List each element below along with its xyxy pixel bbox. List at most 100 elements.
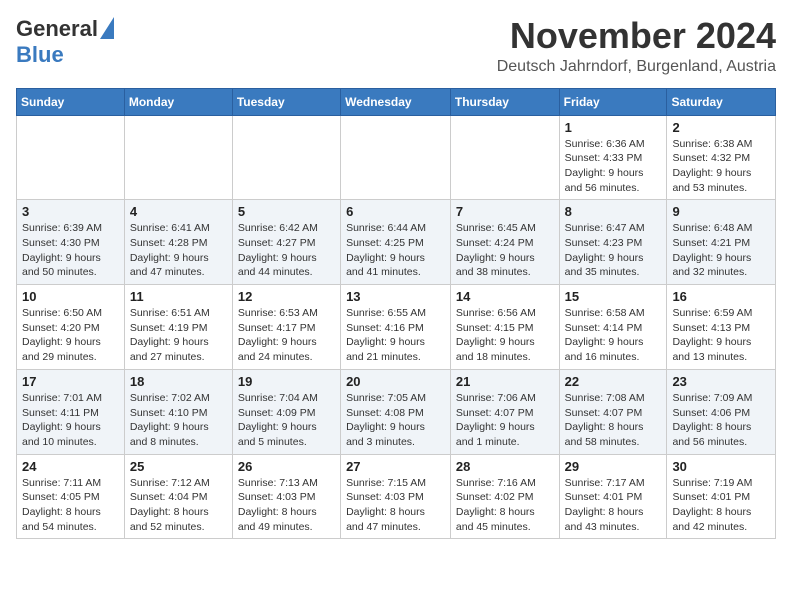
calendar-cell: 27 Sunrise: 7:15 AM Sunset: 4:03 PM Dayli…: [341, 454, 451, 539]
day-number: 27: [346, 459, 445, 474]
day-number: 6: [346, 204, 445, 219]
calendar-header-row: SundayMondayTuesdayWednesdayThursdayFrid…: [17, 88, 776, 115]
calendar-cell: 21 Sunrise: 7:06 AM Sunset: 4:07 PM Dayli…: [450, 369, 559, 454]
day-info: Sunrise: 7:04 AM Sunset: 4:09 PM Dayligh…: [238, 391, 335, 450]
calendar-cell: 1 Sunrise: 6:36 AM Sunset: 4:33 PM Daylig…: [559, 115, 667, 200]
day-number: 22: [565, 374, 662, 389]
calendar-cell: [450, 115, 559, 200]
day-number: 16: [672, 289, 770, 304]
calendar-week-4: 17 Sunrise: 7:01 AM Sunset: 4:11 PM Dayli…: [17, 369, 776, 454]
calendar-cell: 26Sunrise: 7:13 AM Sunset: 4:03 PM Dayli…: [232, 454, 340, 539]
day-info: Sunrise: 6:38 AM Sunset: 4:32 PM Dayligh…: [672, 137, 770, 196]
weekday-header-monday: Monday: [124, 88, 232, 115]
day-info: Sunrise: 7:12 AM Sunset: 4:04 PM Dayligh…: [130, 476, 227, 535]
day-number: 20: [346, 374, 445, 389]
day-number: 5: [238, 204, 335, 219]
weekday-header-tuesday: Tuesday: [232, 88, 340, 115]
day-number: 26: [238, 459, 335, 474]
day-number: 11: [130, 289, 227, 304]
day-number: 3: [22, 204, 119, 219]
calendar-cell: 3 Sunrise: 6:39 AM Sunset: 4:30 PM Daylig…: [17, 200, 125, 285]
day-number: 13: [346, 289, 445, 304]
calendar-cell: 28Sunrise: 7:16 AM Sunset: 4:02 PM Dayli…: [450, 454, 559, 539]
day-info: Sunrise: 7:15 AM Sunset: 4:03 PM Dayligh…: [346, 476, 445, 535]
day-info: Sunrise: 6:56 AM Sunset: 4:15 PM Dayligh…: [456, 306, 554, 365]
logo-triangle-icon: [100, 17, 114, 39]
calendar-cell: 14 Sunrise: 6:56 AM Sunset: 4:15 PM Dayli…: [450, 285, 559, 370]
calendar-cell: 19 Sunrise: 7:04 AM Sunset: 4:09 PM Dayli…: [232, 369, 340, 454]
day-info: Sunrise: 7:06 AM Sunset: 4:07 PM Dayligh…: [456, 391, 554, 450]
day-info: Sunrise: 7:09 AM Sunset: 4:06 PM Dayligh…: [672, 391, 770, 450]
calendar-cell: [124, 115, 232, 200]
day-number: 21: [456, 374, 554, 389]
day-number: 30: [672, 459, 770, 474]
day-number: 24: [22, 459, 119, 474]
day-info: Sunrise: 7:05 AM Sunset: 4:08 PM Dayligh…: [346, 391, 445, 450]
title-block: November 2024 Deutsch Jahrndorf, Burgenl…: [497, 16, 776, 76]
calendar-cell: 18 Sunrise: 7:02 AM Sunset: 4:10 PM Dayli…: [124, 369, 232, 454]
calendar-week-1: 1 Sunrise: 6:36 AM Sunset: 4:33 PM Daylig…: [17, 115, 776, 200]
calendar-cell: 13Sunrise: 6:55 AM Sunset: 4:16 PM Dayli…: [341, 285, 451, 370]
day-info: Sunrise: 6:50 AM Sunset: 4:20 PM Dayligh…: [22, 306, 119, 365]
day-info: Sunrise: 7:19 AM Sunset: 4:01 PM Dayligh…: [672, 476, 770, 535]
day-info: Sunrise: 7:02 AM Sunset: 4:10 PM Dayligh…: [130, 391, 227, 450]
calendar-cell: 22 Sunrise: 7:08 AM Sunset: 4:07 PM Dayli…: [559, 369, 667, 454]
day-info: Sunrise: 7:01 AM Sunset: 4:11 PM Dayligh…: [22, 391, 119, 450]
day-info: Sunrise: 7:11 AM Sunset: 4:05 PM Dayligh…: [22, 476, 119, 535]
day-number: 17: [22, 374, 119, 389]
calendar-cell: 9 Sunrise: 6:48 AM Sunset: 4:21 PM Daylig…: [667, 200, 776, 285]
day-info: Sunrise: 6:59 AM Sunset: 4:13 PM Dayligh…: [672, 306, 770, 365]
day-number: 25: [130, 459, 227, 474]
calendar-week-2: 3 Sunrise: 6:39 AM Sunset: 4:30 PM Daylig…: [17, 200, 776, 285]
calendar-cell: [232, 115, 340, 200]
day-info: Sunrise: 6:36 AM Sunset: 4:33 PM Dayligh…: [565, 137, 662, 196]
weekday-header-thursday: Thursday: [450, 88, 559, 115]
day-info: Sunrise: 7:16 AM Sunset: 4:02 PM Dayligh…: [456, 476, 554, 535]
calendar-body: 1 Sunrise: 6:36 AM Sunset: 4:33 PM Daylig…: [17, 115, 776, 539]
day-number: 10: [22, 289, 119, 304]
day-info: Sunrise: 6:41 AM Sunset: 4:28 PM Dayligh…: [130, 221, 227, 280]
day-info: Sunrise: 6:53 AM Sunset: 4:17 PM Dayligh…: [238, 306, 335, 365]
day-number: 23: [672, 374, 770, 389]
day-number: 9: [672, 204, 770, 219]
calendar-cell: 2 Sunrise: 6:38 AM Sunset: 4:32 PM Daylig…: [667, 115, 776, 200]
calendar-cell: 15 Sunrise: 6:58 AM Sunset: 4:14 PM Dayli…: [559, 285, 667, 370]
calendar-cell: 17 Sunrise: 7:01 AM Sunset: 4:11 PM Dayli…: [17, 369, 125, 454]
day-info: Sunrise: 6:58 AM Sunset: 4:14 PM Dayligh…: [565, 306, 662, 365]
month-title: November 2024: [497, 16, 776, 56]
day-number: 1: [565, 120, 662, 135]
day-info: Sunrise: 6:48 AM Sunset: 4:21 PM Dayligh…: [672, 221, 770, 280]
day-number: 4: [130, 204, 227, 219]
calendar-cell: 16 Sunrise: 6:59 AM Sunset: 4:13 PM Dayli…: [667, 285, 776, 370]
day-number: 12: [238, 289, 335, 304]
weekday-header-saturday: Saturday: [667, 88, 776, 115]
calendar-cell: 8Sunrise: 6:47 AM Sunset: 4:23 PM Daylig…: [559, 200, 667, 285]
day-number: 2: [672, 120, 770, 135]
calendar-cell: [341, 115, 451, 200]
calendar-cell: 7Sunrise: 6:45 AM Sunset: 4:24 PM Daylig…: [450, 200, 559, 285]
day-info: Sunrise: 6:45 AM Sunset: 4:24 PM Dayligh…: [456, 221, 554, 280]
calendar-cell: 24 Sunrise: 7:11 AM Sunset: 4:05 PM Dayli…: [17, 454, 125, 539]
weekday-header-sunday: Sunday: [17, 88, 125, 115]
calendar-table: SundayMondayTuesdayWednesdayThursdayFrid…: [16, 88, 776, 540]
calendar-cell: 23 Sunrise: 7:09 AM Sunset: 4:06 PM Dayli…: [667, 369, 776, 454]
day-number: 19: [238, 374, 335, 389]
location-title: Deutsch Jahrndorf, Burgenland, Austria: [497, 58, 776, 76]
logo-blue-text: Blue: [16, 42, 64, 68]
calendar-week-5: 24 Sunrise: 7:11 AM Sunset: 4:05 PM Dayli…: [17, 454, 776, 539]
calendar-cell: 30 Sunrise: 7:19 AM Sunset: 4:01 PM Dayli…: [667, 454, 776, 539]
calendar-cell: 25 Sunrise: 7:12 AM Sunset: 4:04 PM Dayli…: [124, 454, 232, 539]
calendar-cell: 11Sunrise: 6:51 AM Sunset: 4:19 PM Dayli…: [124, 285, 232, 370]
day-number: 18: [130, 374, 227, 389]
day-number: 15: [565, 289, 662, 304]
day-number: 29: [565, 459, 662, 474]
day-number: 14: [456, 289, 554, 304]
calendar-cell: 12 Sunrise: 6:53 AM Sunset: 4:17 PM Dayli…: [232, 285, 340, 370]
calendar-cell: [17, 115, 125, 200]
weekday-header-wednesday: Wednesday: [341, 88, 451, 115]
day-info: Sunrise: 6:39 AM Sunset: 4:30 PM Dayligh…: [22, 221, 119, 280]
day-number: 8: [565, 204, 662, 219]
day-info: Sunrise: 7:08 AM Sunset: 4:07 PM Dayligh…: [565, 391, 662, 450]
calendar-cell: 6Sunrise: 6:44 AM Sunset: 4:25 PM Daylig…: [341, 200, 451, 285]
weekday-header-friday: Friday: [559, 88, 667, 115]
